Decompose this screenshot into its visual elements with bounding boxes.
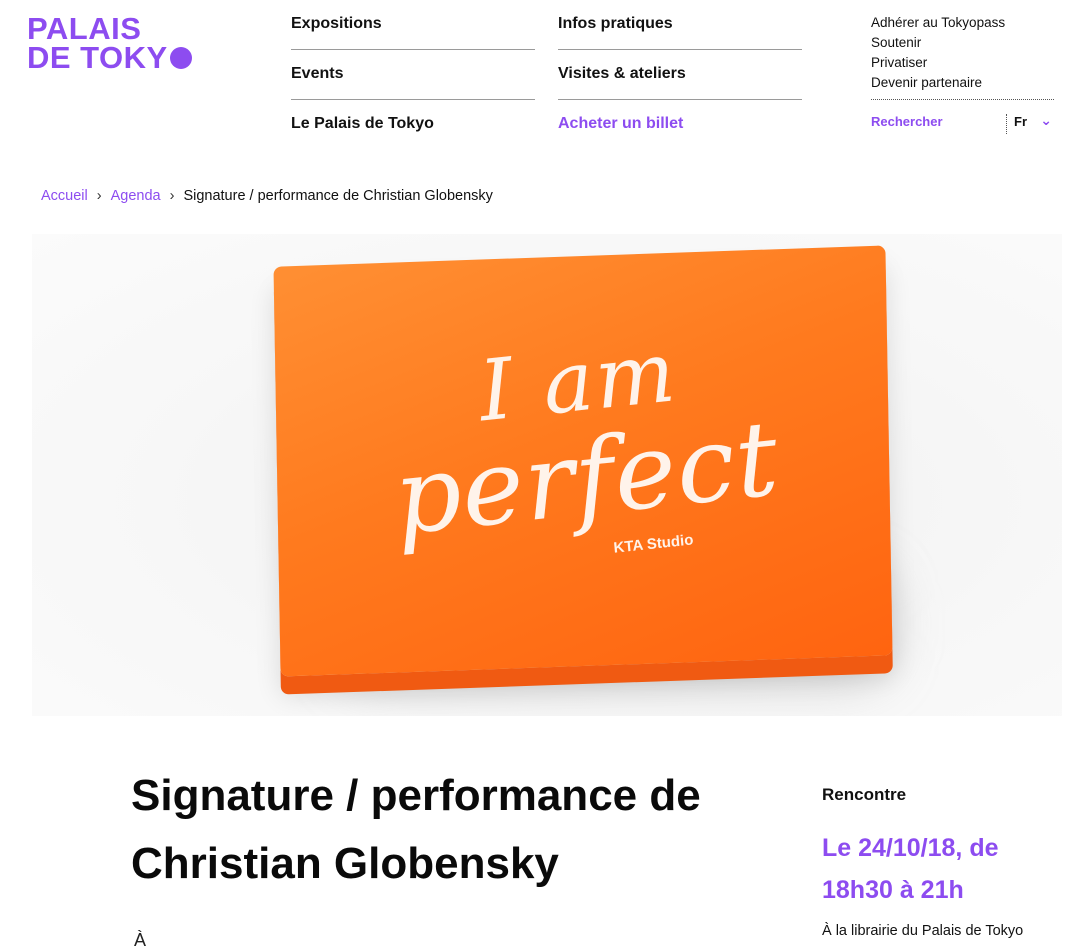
breadcrumb-current: Signature / performance de Christian Glo… [183, 188, 493, 204]
language-selector[interactable]: Fr ⌄ [1006, 112, 1054, 134]
page-title: Signature / performance de Christian Glo… [131, 771, 701, 888]
orange-eraser: I am perfect KTA Studio [273, 245, 893, 677]
language-label: Fr [1014, 114, 1027, 129]
link-tokyopass[interactable]: Adhérer au Tokyopass [871, 13, 1054, 33]
breadcrumb: Accueil › Agenda › Signature / performance d… [41, 188, 493, 204]
site-logo[interactable]: PALAIS DE TOKY [27, 11, 192, 73]
hero-image: I am perfect KTA Studio [32, 234, 1062, 716]
event-info: Rencontre Le 24/10/18, de 18h30 à 21h À … [822, 785, 1062, 939]
nav-expositions[interactable]: Expositions [291, 0, 535, 50]
event-type: Rencontre [822, 785, 907, 804]
logo-line-2: DE TOKY [27, 42, 192, 73]
eraser-script: I am perfect [269, 305, 896, 562]
breadcrumb-separator-icon: › [96, 188, 102, 204]
main-nav-column-1: Expositions Events Le Palais de Tokyo [291, 0, 535, 150]
nav-events[interactable]: Events [291, 50, 535, 100]
nav-acheter-billet[interactable]: Acheter un billet [558, 100, 802, 150]
breadcrumb-separator-icon: › [169, 188, 175, 204]
link-devenir-partenaire[interactable]: Devenir partenaire [871, 73, 1054, 93]
event-place: À la librairie du Palais de Tokyo [822, 923, 1024, 939]
nav-infos-pratiques[interactable]: Infos pratiques [558, 0, 802, 50]
logo-line-1: PALAIS [27, 11, 142, 46]
breadcrumb-agenda[interactable]: Agenda [111, 188, 161, 204]
utility-tools: Rechercher Fr ⌄ [871, 99, 1054, 137]
search-button[interactable]: Rechercher [871, 114, 943, 129]
utility-nav: Adhérer au Tokyopass Soutenir Privatiser… [871, 13, 1054, 137]
chevron-down-icon: ⌄ [1040, 112, 1052, 128]
breadcrumb-home[interactable]: Accueil [41, 188, 88, 204]
eraser-brand: KTA Studio [612, 531, 695, 557]
event-date: Le 24/10/18, de 18h30 à 21h [822, 834, 999, 904]
link-soutenir[interactable]: Soutenir [871, 33, 1054, 53]
description-start: À [134, 930, 147, 950]
logo-dot-icon [169, 47, 192, 69]
main-nav-column-2: Infos pratiques Visites & ateliers Achet… [558, 0, 802, 150]
nav-le-palais-de-tokyo[interactable]: Le Palais de Tokyo [291, 100, 535, 150]
link-privatiser[interactable]: Privatiser [871, 53, 1054, 73]
nav-visites-ateliers[interactable]: Visites & ateliers [558, 50, 802, 100]
